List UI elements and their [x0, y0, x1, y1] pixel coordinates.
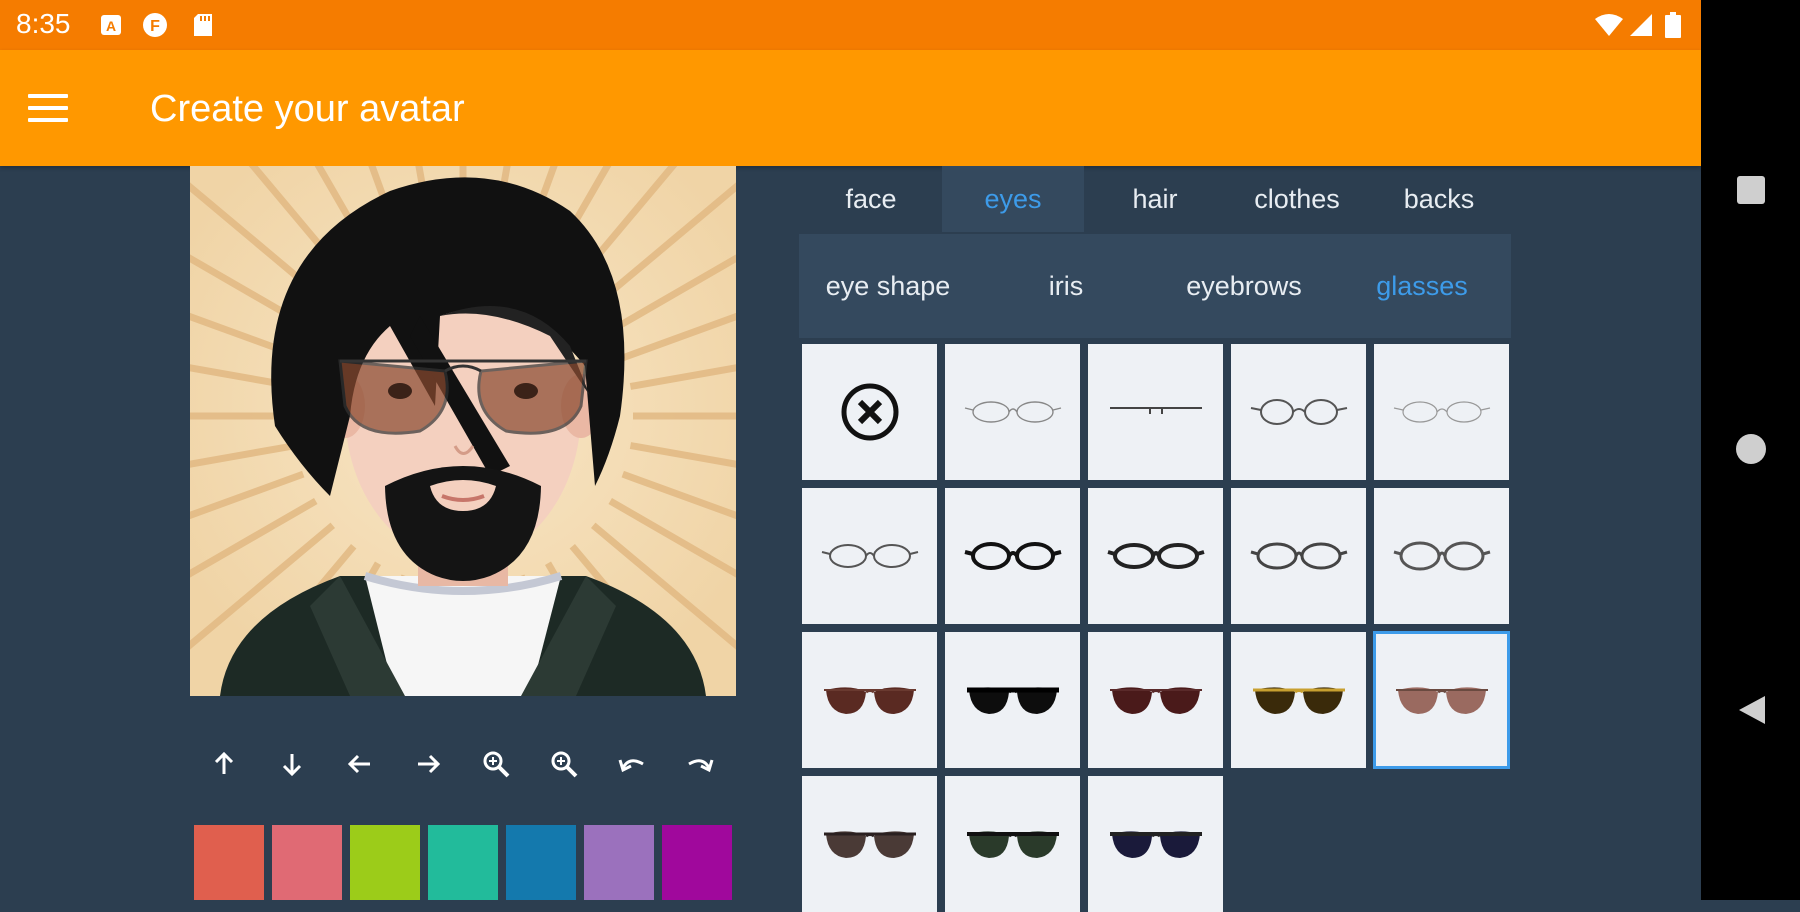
dark-red-sunglasses-icon [1106, 670, 1206, 730]
arrow-left-icon[interactable] [336, 740, 384, 788]
glasses-option[interactable] [1088, 776, 1223, 912]
status-time: 8:35 [16, 8, 71, 39]
glasses-option[interactable] [945, 632, 1080, 768]
app-bar: Create your avatar [0, 50, 1701, 166]
svg-text:A: A [106, 18, 116, 34]
green-tint-sunglasses-icon [963, 814, 1063, 874]
category-tabs: face eyes hair clothes backs [800, 166, 1510, 232]
arrow-right-icon[interactable] [404, 740, 452, 788]
oval-glasses-icon [820, 526, 920, 586]
home-circle-icon[interactable] [1729, 427, 1773, 471]
brown-aviator-sunglasses-icon [1392, 670, 1492, 730]
glasses-option[interactable] [802, 776, 937, 912]
recents-square-icon[interactable] [1729, 168, 1773, 212]
glasses-option[interactable] [945, 488, 1080, 624]
subtab-iris[interactable]: iris [977, 234, 1155, 338]
redo-icon[interactable] [676, 740, 724, 788]
color-swatch[interactable] [662, 825, 732, 900]
subtab-eyebrows[interactable]: eyebrows [1155, 234, 1333, 338]
color-swatches [194, 825, 734, 900]
square-frame-glasses-icon [1106, 526, 1206, 586]
notification-f-icon: F [142, 12, 168, 38]
svg-text:F: F [150, 18, 160, 35]
subtab-eye-shape[interactable]: eye shape [799, 234, 977, 338]
glasses-option[interactable] [1088, 488, 1223, 624]
tab-hair[interactable]: hair [1084, 166, 1226, 232]
thin-oval-glasses-icon [963, 382, 1063, 442]
notification-a-icon: A [98, 12, 124, 38]
dark-round-sunglasses-icon [820, 814, 920, 874]
sd-card-icon [190, 12, 216, 38]
glasses-option[interactable] [1374, 488, 1509, 624]
status-bar: 8:35 A F [0, 0, 1701, 50]
page-title: Create your avatar [150, 88, 465, 130]
color-swatch[interactable] [584, 825, 654, 900]
back-triangle-icon[interactable] [1729, 688, 1773, 732]
tab-clothes[interactable]: clothes [1226, 166, 1368, 232]
light-oval-glasses-icon [1392, 382, 1492, 442]
glasses-option[interactable] [802, 632, 937, 768]
glasses-options-grid [800, 344, 1512, 912]
rimless-glasses-icon [1106, 382, 1206, 442]
zoom-in-icon[interactable] [472, 740, 520, 788]
subtab-glasses[interactable]: glasses [1333, 234, 1511, 338]
tab-face[interactable]: face [800, 166, 942, 232]
color-swatch[interactable] [350, 825, 420, 900]
color-swatch[interactable] [428, 825, 498, 900]
position-controls [190, 740, 736, 790]
signal-icon [1628, 12, 1654, 38]
undo-icon[interactable] [608, 740, 656, 788]
round-glasses-icon [1249, 382, 1349, 442]
arrow-down-icon[interactable] [268, 740, 316, 788]
glasses-option[interactable] [1231, 632, 1366, 768]
wide-frame-glasses-icon [1392, 526, 1492, 586]
arrow-up-icon[interactable] [200, 740, 248, 788]
hamburger-menu-icon[interactable] [28, 84, 88, 132]
color-swatch[interactable] [194, 825, 264, 900]
system-nav-bar [1701, 0, 1800, 900]
browline-glasses-icon [1249, 526, 1349, 586]
glasses-option[interactable] [802, 488, 937, 624]
eyes-subcategory-tabs: eye shape iris eyebrows glasses [799, 234, 1511, 338]
color-swatch[interactable] [506, 825, 576, 900]
color-swatch[interactable] [272, 825, 342, 900]
black-wayfarer-sunglasses-icon [963, 670, 1063, 730]
avatar-preview [190, 166, 736, 696]
wifi-icon [1594, 12, 1624, 38]
navy-gradient-sunglasses-icon [1106, 814, 1206, 874]
glasses-option[interactable] [945, 344, 1080, 480]
zoom-out-icon[interactable] [540, 740, 588, 788]
glasses-option[interactable] [1374, 344, 1509, 480]
none-x-icon [820, 382, 920, 442]
tab-backs[interactable]: backs [1368, 166, 1510, 232]
battery-icon [1664, 12, 1682, 38]
glasses-option[interactable] [1231, 344, 1366, 480]
glasses-option[interactable] [1088, 344, 1223, 480]
glasses-option[interactable] [802, 344, 937, 480]
glasses-option[interactable] [1373, 631, 1510, 769]
glasses-option[interactable] [945, 776, 1080, 912]
gold-sunglasses-icon [1249, 670, 1349, 730]
black-frame-glasses-icon [963, 526, 1063, 586]
tab-eyes[interactable]: eyes [942, 166, 1084, 232]
brown-cateye-sunglasses-icon [820, 670, 920, 730]
glasses-option[interactable] [1231, 488, 1366, 624]
glasses-option[interactable] [1088, 632, 1223, 768]
